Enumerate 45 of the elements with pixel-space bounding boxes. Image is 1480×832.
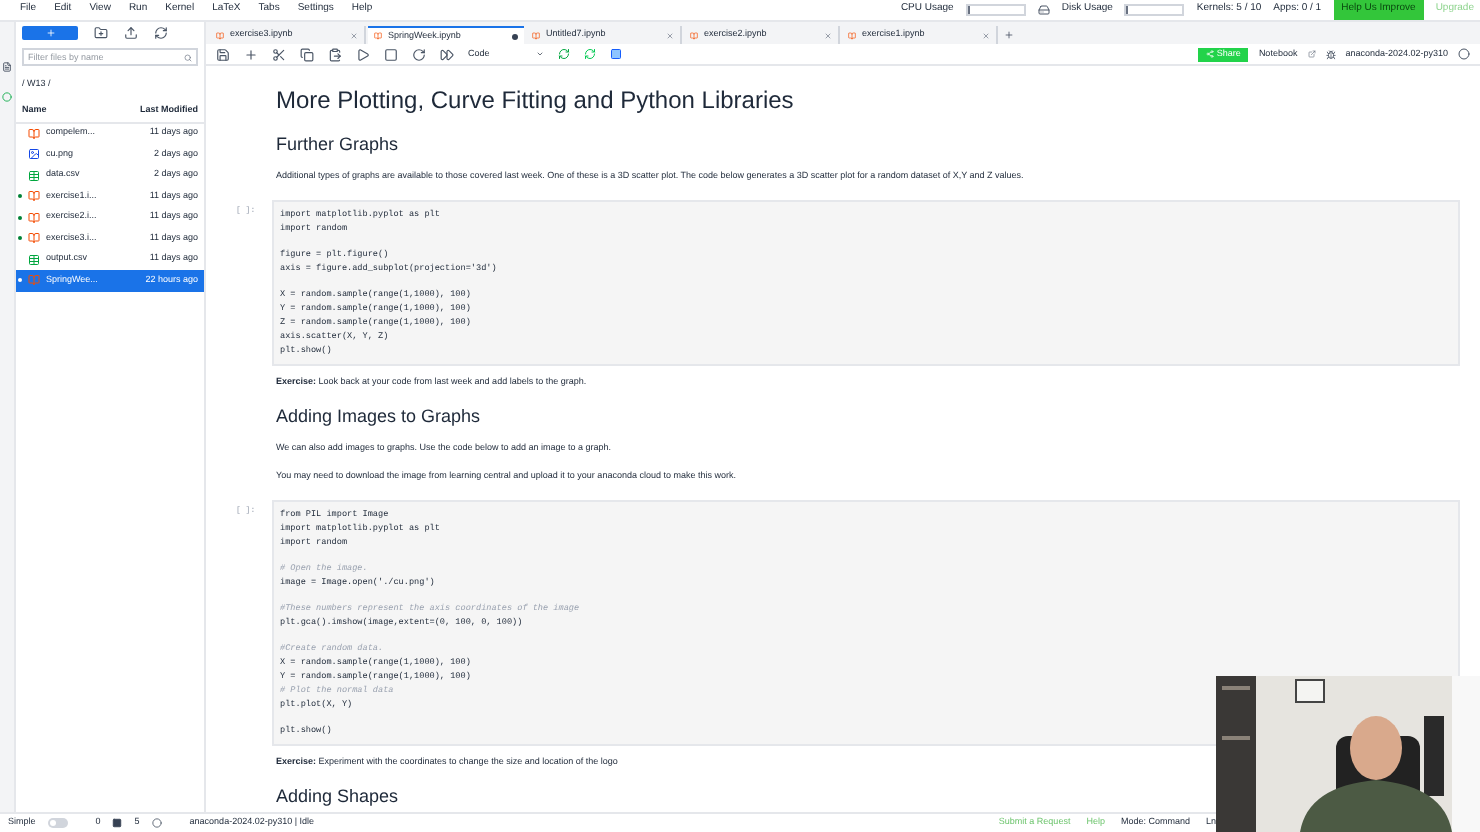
notebook-icon (848, 31, 856, 39)
section-heading: Adding Images to Graphs (276, 405, 483, 427)
notebook-icon (28, 274, 40, 287)
table-icon (28, 169, 40, 182)
refresh-icon[interactable] (558, 48, 570, 60)
square-icon[interactable] (610, 48, 622, 60)
table-icon (28, 253, 40, 266)
run-all-icon[interactable] (440, 47, 454, 61)
code-cell[interactable] (272, 199, 1460, 366)
cut-icon[interactable] (272, 47, 286, 61)
upload-icon[interactable] (124, 26, 138, 40)
notebook-icon (28, 190, 40, 203)
kernel-status-icon (1458, 48, 1470, 60)
notebook-title: More Plotting, Curve Fitting and Python Libraries (276, 86, 796, 114)
kernel-icon (151, 818, 162, 828)
external-link-icon[interactable] (1307, 50, 1316, 58)
stop-icon[interactable] (384, 47, 398, 61)
file-browser-icon[interactable] (2, 62, 12, 72)
paste-icon[interactable] (328, 47, 342, 61)
notebook-icon (216, 31, 224, 39)
search-icon (184, 53, 192, 61)
section-heading: Adding Shapes (276, 785, 401, 808)
disk-icon (1037, 4, 1050, 16)
terminal-icon (112, 818, 123, 828)
section-heading: Further Graphs (276, 134, 401, 156)
share-icon (1206, 50, 1215, 58)
notebook-icon (28, 127, 40, 140)
notebook-icon (690, 31, 698, 39)
run-icon[interactable] (356, 47, 370, 61)
notebook-icon (532, 31, 540, 39)
code-cell[interactable] (272, 500, 1460, 746)
bug-icon[interactable] (1325, 49, 1336, 59)
add-cell-icon[interactable] (244, 47, 258, 61)
copy-icon[interactable] (300, 47, 314, 61)
image-icon (28, 148, 40, 161)
notebook-icon (374, 32, 382, 40)
notebook-icon (28, 232, 40, 245)
save-icon[interactable] (216, 47, 230, 61)
new-folder-icon[interactable] (94, 26, 108, 40)
new-tab-icon[interactable] (1004, 30, 1014, 40)
plus-icon (45, 28, 55, 38)
restart-icon[interactable] (412, 47, 426, 61)
refresh-icon[interactable] (154, 26, 168, 40)
notebook-icon (28, 211, 40, 224)
simple-toggle[interactable] (47, 818, 68, 828)
